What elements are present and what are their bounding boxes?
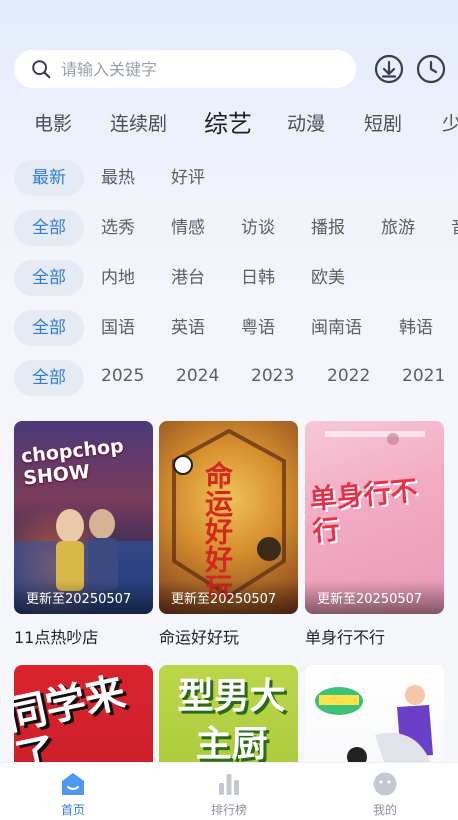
tab-mine[interactable]: 我的 [345, 771, 425, 818]
download-button[interactable] [374, 54, 404, 84]
update-badge: 更新至20250507 [305, 580, 444, 614]
filter-row-type: 全部 选秀 情感 访谈 播报 旅游 音 [0, 210, 458, 246]
category-tabs: 电影 连续剧 综艺 动漫 短剧 少 [0, 104, 458, 144]
content-card[interactable]: 命运好好玩 更新至20250507 命运好好玩 [159, 421, 298, 648]
tab-variety[interactable]: 综艺 [204, 104, 252, 144]
filter-year-2023[interactable]: 2023 [251, 360, 294, 394]
bottom-tab-bar: 首页 排行榜 我的 [0, 762, 458, 820]
filter-row-language: 全部 国语 英语 粤语 闽南语 韩语 [0, 310, 458, 346]
history-button[interactable] [416, 54, 446, 84]
filter-region-hktw[interactable]: 港台 [171, 260, 205, 296]
search-input[interactable] [61, 59, 321, 79]
poster-image: 命运好好玩 更新至20250507 [159, 421, 298, 614]
tab-label: 首页 [60, 803, 85, 817]
search-icon [32, 60, 51, 79]
filter-lang-all[interactable]: 全部 [14, 310, 84, 346]
filter-lang-cantonese[interactable]: 粤语 [241, 310, 275, 346]
face-icon [373, 772, 397, 796]
tab-label: 排行榜 [210, 803, 247, 817]
tab-movie[interactable]: 电影 [34, 104, 72, 144]
update-badge: 更新至20250507 [14, 580, 153, 614]
content-card[interactable]: chopchop SHOW 更新至20250507 11点热吵店 [14, 421, 153, 648]
clock-icon [416, 54, 446, 84]
poster-image: 单身行不行 更新至20250507 [305, 421, 444, 614]
filter-type-romance[interactable]: 情感 [171, 210, 205, 246]
search-box[interactable] [14, 50, 356, 88]
filter-type-talent[interactable]: 选秀 [101, 210, 135, 246]
filter-lang-korean[interactable]: 韩语 [399, 310, 433, 346]
filter-year-2024[interactable]: 2024 [176, 360, 219, 394]
poster-title-text: 型男大主厨 [177, 676, 286, 765]
filter-lang-english[interactable]: 英语 [171, 310, 205, 346]
search-row [14, 50, 458, 90]
filter-type-all[interactable]: 全部 [14, 210, 84, 246]
card-title: 命运好好玩 [159, 628, 240, 647]
bar-chart-icon [219, 774, 239, 795]
filter-row-sort: 最新 最热 好评 [0, 160, 458, 196]
content-card[interactable]: 单身行不行 更新至20250507 单身行不行 [305, 421, 444, 648]
filter-type-travel[interactable]: 旅游 [381, 210, 415, 246]
poster-title-text: 单身行不行 [308, 475, 419, 548]
filter-row-year: 全部 2025 2024 2023 2022 2021 [0, 360, 458, 396]
tab-label: 我的 [372, 803, 397, 817]
filter-lang-mandarin[interactable]: 国语 [101, 310, 135, 346]
poster-image: chopchop SHOW 更新至20250507 [14, 421, 153, 614]
filter-type-interview[interactable]: 访谈 [241, 210, 275, 246]
tab-kids[interactable]: 少 [442, 104, 458, 144]
filter-year-2025[interactable]: 2025 [101, 360, 144, 394]
filter-year-2022[interactable]: 2022 [327, 360, 370, 394]
tab-series[interactable]: 连续剧 [110, 104, 167, 144]
filter-sort-latest[interactable]: 最新 [14, 160, 84, 196]
download-icon [374, 54, 404, 84]
card-title: 单身行不行 [305, 628, 386, 647]
filter-year-all[interactable]: 全部 [14, 360, 84, 396]
tab-home[interactable]: 首页 [33, 771, 113, 818]
tab-ranking[interactable]: 排行榜 [189, 771, 269, 818]
filter-sort-hot[interactable]: 最热 [101, 160, 135, 196]
filter-region-all[interactable]: 全部 [14, 260, 84, 296]
tab-short-drama[interactable]: 短剧 [364, 104, 402, 144]
tab-anime[interactable]: 动漫 [287, 104, 325, 144]
card-title: 11点热吵店 [14, 628, 99, 647]
filter-region-jpkr[interactable]: 日韩 [241, 260, 275, 296]
filter-sort-rating[interactable]: 好评 [171, 160, 205, 196]
update-badge: 更新至20250507 [159, 580, 298, 614]
filter-region-mainland[interactable]: 内地 [101, 260, 135, 296]
home-icon [62, 773, 84, 795]
filter-lang-minnan[interactable]: 闽南语 [311, 310, 362, 346]
filter-type-news[interactable]: 播报 [311, 210, 345, 246]
filter-region-west[interactable]: 欧美 [311, 260, 345, 296]
filter-year-2021[interactable]: 2021 [402, 360, 445, 394]
filter-type-music[interactable]: 音 [451, 210, 458, 246]
filter-row-region: 全部 内地 港台 日韩 欧美 [0, 260, 458, 296]
